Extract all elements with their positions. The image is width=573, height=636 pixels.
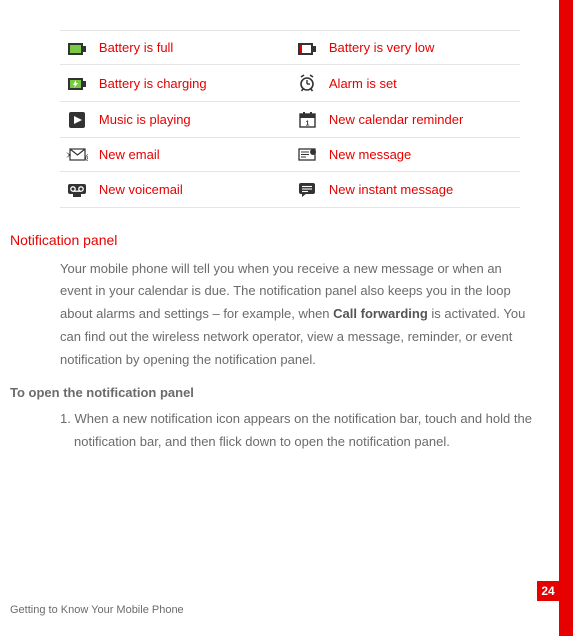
icon-label: New voicemail bbox=[95, 172, 290, 208]
status-icons-table: Battery is full Battery is very low bbox=[60, 30, 520, 208]
svg-text:@: @ bbox=[85, 153, 88, 162]
icon-cell bbox=[60, 31, 95, 65]
icon-cell: 1 bbox=[290, 102, 325, 138]
icon-cell bbox=[290, 65, 325, 102]
step-1: 1. When a new notification icon appears … bbox=[60, 408, 533, 454]
svg-text:1: 1 bbox=[305, 120, 309, 127]
icon-cell bbox=[60, 172, 95, 208]
heading-text: Notification panel bbox=[10, 232, 117, 248]
table-row: @ New email New message bbox=[60, 137, 520, 172]
footer-chapter-title: Getting to Know Your Mobile Phone bbox=[10, 604, 184, 616]
table-row: Music is playing 1 New calendar reminder bbox=[60, 102, 520, 138]
page-number: 24 bbox=[537, 581, 559, 601]
document-page: 24 Battery is full Battery is bbox=[0, 0, 573, 636]
icon-label: Battery is full bbox=[95, 31, 290, 65]
icon-label: Battery is charging bbox=[95, 65, 290, 102]
calendar-reminder-icon: 1 bbox=[299, 112, 316, 128]
icon-cell bbox=[290, 172, 325, 208]
icon-label: New email bbox=[95, 137, 290, 172]
new-instant-message-icon bbox=[298, 182, 316, 198]
para-text-bold: Call forwarding bbox=[333, 306, 428, 321]
icon-label: New instant message bbox=[325, 172, 520, 208]
new-email-icon: @ bbox=[66, 148, 88, 162]
table-row: New voicemail New instant message bbox=[60, 172, 520, 208]
icon-cell bbox=[60, 65, 95, 102]
icon-label: Battery is very low bbox=[325, 31, 520, 65]
section-heading-notification-panel: Notification panel bbox=[10, 232, 573, 248]
subsection-heading-open-panel: To open the notification panel bbox=[10, 385, 573, 400]
section-paragraph: Your mobile phone will tell you when you… bbox=[60, 258, 533, 372]
icon-cell bbox=[290, 31, 325, 65]
icon-label: Music is playing bbox=[95, 102, 290, 138]
table-row: Battery is full Battery is very low bbox=[60, 31, 520, 65]
battery-charging-icon bbox=[68, 78, 86, 90]
table-row: Battery is charging Alarm is set bbox=[60, 65, 520, 102]
icon-label: New message bbox=[325, 137, 520, 172]
step-number: 1. bbox=[60, 411, 74, 426]
music-playing-icon bbox=[69, 112, 85, 128]
alarm-icon bbox=[298, 74, 316, 92]
icon-cell bbox=[60, 102, 95, 138]
icon-cell bbox=[290, 137, 325, 172]
icon-label: Alarm is set bbox=[325, 65, 520, 102]
new-message-icon bbox=[297, 148, 317, 162]
icon-cell: @ bbox=[60, 137, 95, 172]
new-voicemail-icon bbox=[67, 183, 87, 197]
battery-low-icon bbox=[298, 43, 316, 55]
battery-full-icon bbox=[68, 43, 86, 55]
side-tab-bar bbox=[559, 0, 573, 636]
step-text: When a new notification icon appears on … bbox=[74, 411, 532, 449]
icon-label: New calendar reminder bbox=[325, 102, 520, 138]
